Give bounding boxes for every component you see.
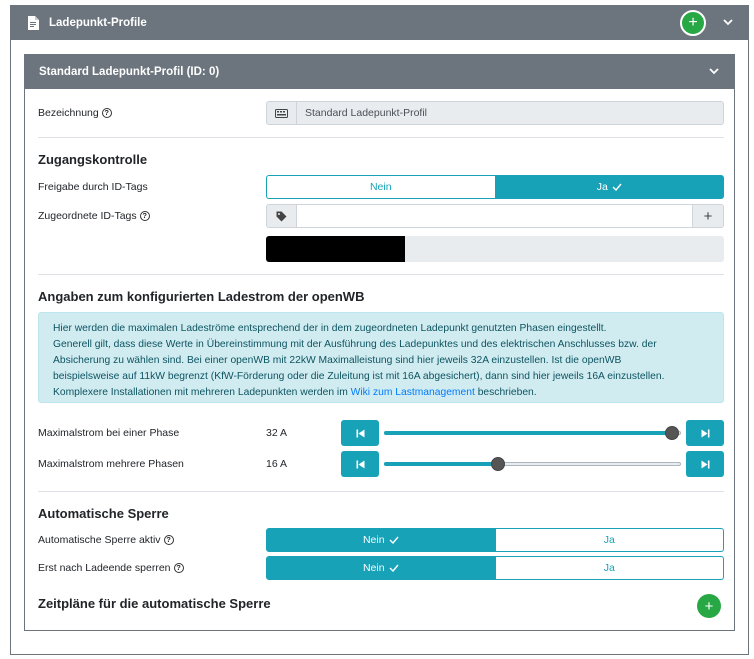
nach-ladeende-ja-button[interactable]: Ja	[495, 556, 724, 580]
info-alert: Hier werden die maximalen Ladeströme ent…	[38, 312, 724, 403]
ladepunkt-profile-card: Ladepunkt-Profile + Standard Ladepunkt-P…	[10, 5, 749, 655]
zeitplaene-title: Zeitpläne für die automatische Sperre	[38, 596, 271, 611]
help-icon[interactable]: ?	[139, 211, 150, 221]
divider	[38, 137, 724, 138]
wiki-link[interactable]: Wiki zum Lastmanagement	[351, 387, 475, 398]
freigabe-row: Freigabe durch ID-Tags Nein Ja	[38, 175, 724, 199]
id-tags-row: Zugeordnete ID-Tags ? +	[38, 204, 724, 228]
multi-phase-row: Maximalstrom mehrere Phasen 16 A	[38, 451, 724, 477]
tag-icon	[266, 204, 297, 228]
multi-phase-label: Maximalstrom mehrere Phasen	[38, 458, 184, 470]
slider-thumb[interactable]	[665, 426, 680, 440]
add-profile-button[interactable]: +	[680, 10, 706, 36]
one-phase-label: Maximalstrom bei einer Phase	[38, 427, 180, 439]
nach-ladeende-label: Erst nach Ladeende sperren ?	[38, 562, 266, 574]
profile-card-title: Standard Ladepunkt-Profil (ID: 0)	[39, 66, 220, 78]
check-icon	[389, 536, 399, 544]
add-tag-button[interactable]: +	[693, 204, 724, 228]
bezeichnung-input-group: Standard Ladepunkt-Profil	[266, 101, 724, 125]
multi-phase-value: 16 A	[266, 458, 288, 470]
sperre-aktiv-toggle: Nein Ja	[266, 528, 724, 552]
multi-phase-slider[interactable]	[381, 451, 684, 477]
help-icon[interactable]: ?	[163, 535, 174, 545]
step-forward-icon	[701, 460, 709, 468]
bezeichnung-label: Bezeichnung ?	[38, 107, 266, 119]
check-icon	[389, 564, 399, 572]
divider	[38, 274, 724, 275]
profile-card: Standard Ladepunkt-Profil (ID: 0) Bezeic…	[24, 54, 735, 631]
freigabe-label: Freigabe durch ID-Tags	[38, 181, 148, 193]
bezeichnung-input[interactable]: Standard Ladepunkt-Profil	[297, 101, 724, 125]
sperre-aktiv-row: Automatische Sperre aktiv ? Nein Ja	[38, 528, 724, 552]
check-icon	[612, 183, 622, 191]
help-icon[interactable]: ?	[173, 563, 184, 573]
zugangskontrolle-title: Zugangskontrolle	[38, 152, 148, 167]
nach-ladeende-row: Erst nach Ladeende sperren ? Nein Ja	[38, 556, 724, 580]
multi-phase-min-button[interactable]	[341, 451, 379, 477]
one-phase-slider[interactable]	[381, 420, 684, 446]
freigabe-nein-button[interactable]: Nein	[266, 175, 496, 199]
add-schedule-button[interactable]: +	[697, 594, 721, 618]
id-tags-input-group: +	[266, 204, 724, 228]
nach-ladeende-nein-button[interactable]: Nein	[266, 556, 496, 580]
freigabe-ja-button[interactable]: Ja	[495, 175, 724, 199]
sperre-aktiv-nein-button[interactable]: Nein	[266, 528, 496, 552]
one-phase-max-button[interactable]	[686, 420, 724, 446]
step-backward-icon	[356, 429, 364, 437]
assigned-tags-list	[266, 236, 724, 262]
chevron-down-icon[interactable]	[708, 65, 722, 79]
nach-ladeende-toggle: Nein Ja	[266, 556, 724, 580]
one-phase-min-button[interactable]	[341, 420, 379, 446]
one-phase-row: Maximalstrom bei einer Phase 32 A	[38, 420, 724, 446]
step-backward-icon	[356, 460, 364, 468]
divider	[38, 491, 724, 492]
one-phase-value: 32 A	[266, 427, 288, 439]
slider-thumb[interactable]	[491, 457, 506, 471]
redacted-tag	[266, 236, 405, 262]
document-icon	[27, 16, 41, 30]
outer-card-title: Ladepunkt-Profile	[49, 17, 147, 29]
step-forward-icon	[701, 429, 709, 437]
multi-phase-max-button[interactable]	[686, 451, 724, 477]
sperre-aktiv-label: Automatische Sperre aktiv ?	[38, 534, 266, 546]
id-tag-input[interactable]	[297, 204, 693, 228]
bezeichnung-row: Bezeichnung ? Standard Ladepunkt-Profil	[38, 101, 724, 125]
ladestrom-title: Angaben zum konfigurierten Ladestrom der…	[38, 289, 365, 304]
id-tags-label: Zugeordnete ID-Tags ?	[38, 210, 266, 222]
chevron-down-icon[interactable]	[722, 16, 736, 30]
freigabe-toggle: Nein Ja	[266, 175, 724, 199]
profile-card-header[interactable]: Standard Ladepunkt-Profil (ID: 0)	[25, 55, 734, 89]
keyboard-icon	[266, 101, 297, 125]
outer-card-header[interactable]: Ladepunkt-Profile +	[11, 6, 748, 40]
help-icon[interactable]: ?	[101, 108, 112, 118]
sperre-aktiv-ja-button[interactable]: Ja	[495, 528, 724, 552]
automatische-sperre-title: Automatische Sperre	[38, 506, 169, 521]
